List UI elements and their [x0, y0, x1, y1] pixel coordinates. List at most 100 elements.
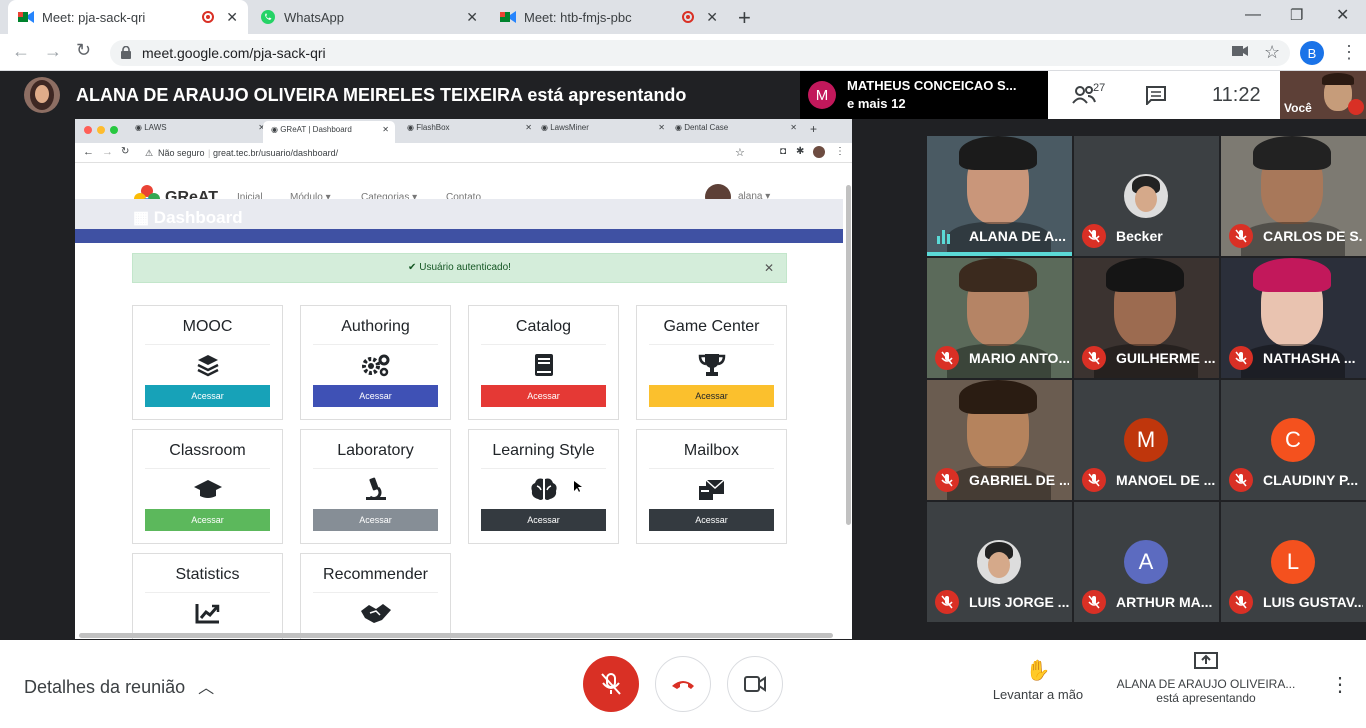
new-tab-button[interactable]: + — [738, 5, 751, 31]
presenter-avatar — [24, 77, 60, 113]
browser-tab-meet-2[interactable]: Meet: htb-fmjs-pbc ✕ — [490, 0, 728, 34]
inner-profile-avatar[interactable] — [813, 146, 825, 158]
browser-tab-meet-1[interactable]: Meet: pja-sack-qri ✕ — [8, 0, 248, 34]
muted-mic-icon — [1229, 468, 1253, 492]
close-tab-icon[interactable]: ✕ — [226, 9, 238, 26]
inner-menu-icon[interactable]: ⋮ — [835, 146, 845, 157]
self-view-tile[interactable]: Você — [1280, 71, 1366, 119]
module-title: Laboratory — [337, 442, 414, 459]
meeting-details-label: Detalhes da reunião — [24, 677, 186, 697]
presenter-banner: ALANA DE ARAUJO OLIVEIRA MEIRELES TEIXEI… — [76, 85, 687, 105]
participant-avatar-letter: A — [1124, 540, 1168, 584]
gears-icon — [301, 345, 450, 385]
back-icon[interactable]: ← — [12, 41, 30, 62]
microscope-icon — [301, 469, 450, 509]
raise-hand-button[interactable]: ✋ Levantar a mão — [985, 658, 1091, 702]
participant-tile[interactable]: M MANOEL DE ... — [1074, 380, 1219, 500]
participant-name: ALANA DE A... — [969, 228, 1066, 244]
module-card: Classroom Acessar — [132, 429, 283, 544]
address-bar[interactable]: meet.google.com/pja-sack-qri — [110, 40, 1290, 66]
inner-forward-icon[interactable]: → — [102, 146, 113, 158]
inner-tab[interactable]: ◉ LAWS ✕ — [135, 123, 265, 132]
module-access-button[interactable]: Acessar — [481, 385, 606, 407]
inner-vertical-scrollbar[interactable] — [846, 185, 851, 525]
bookmark-star-icon[interactable]: ☆ — [1264, 42, 1280, 63]
hand-icon: ✋ — [1025, 660, 1051, 682]
participant-name: LUIS GUSTAV... — [1263, 594, 1363, 610]
module-access-button[interactable]: Acessar — [649, 385, 774, 407]
module-access-button[interactable]: Acessar — [481, 509, 606, 531]
lock-icon — [121, 46, 131, 59]
speaking-indicator-icon — [937, 230, 950, 244]
close-window-button[interactable]: ✕ — [1336, 5, 1349, 25]
inner-extension-icon[interactable]: ✱ — [796, 146, 804, 157]
inner-tab[interactable]: ◉ Dental Case ✕ — [675, 123, 797, 132]
inner-new-tab-icon[interactable]: + — [810, 122, 817, 136]
raise-hand-label: Levantar a mão — [992, 687, 1084, 702]
browser-tab-bar: Meet: pja-sack-qri ✕ WhatsApp ✕ Meet: ht… — [0, 0, 1366, 34]
inner-horizontal-scrollbar[interactable] — [79, 633, 833, 638]
inner-tab-title: GReAT | Dashboard — [280, 125, 352, 134]
participant-tile[interactable]: C CLAUDINY P... — [1221, 380, 1366, 500]
muted-mic-icon — [1082, 468, 1106, 492]
microphone-toggle-button[interactable] — [583, 656, 639, 712]
muted-mic-icon — [1082, 590, 1106, 614]
participant-name: MARIO ANTO... — [969, 350, 1069, 366]
inner-reload-icon[interactable]: ↻ — [121, 146, 129, 157]
inner-tab[interactable]: ◉ FlashBox ✕ — [407, 123, 532, 132]
participant-avatar-letter: M — [1124, 418, 1168, 462]
participant-avatar-letter: C — [1271, 418, 1315, 462]
participant-tile[interactable]: A ARTHUR MA... — [1074, 502, 1219, 622]
presentation-button[interactable]: ALANA DE ARAUJO OLIVEIRA... está apresen… — [1106, 652, 1306, 705]
participant-tile[interactable]: ALANA DE A... — [927, 136, 1072, 256]
tab-title: Meet: htb-fmjs-pbc — [524, 9, 632, 25]
module-access-button[interactable]: Acessar — [313, 385, 438, 407]
whatsapp-icon — [261, 10, 275, 24]
meeting-details-button[interactable]: Detalhes da reunião ︿ — [24, 674, 214, 698]
alert-close-icon[interactable]: ✕ — [764, 254, 774, 282]
clock: 11:22 — [1212, 84, 1261, 106]
reload-icon[interactable]: ↻ — [76, 40, 91, 61]
inner-tab[interactable]: ◉ LawsMiner ✕ — [541, 123, 665, 132]
close-tab-icon[interactable]: ✕ — [706, 9, 718, 26]
minimize-button[interactable]: — — [1245, 6, 1261, 24]
participant-tile[interactable]: CARLOS DE S... — [1221, 136, 1366, 256]
module-title: Game Center — [663, 318, 760, 335]
camera-icon[interactable] — [1232, 45, 1248, 57]
module-access-button[interactable]: Acessar — [145, 385, 270, 407]
restore-button[interactable]: ❐ — [1290, 6, 1303, 24]
participant-tile[interactable]: MARIO ANTO... — [927, 258, 1072, 378]
module-title: Recommender — [323, 566, 428, 583]
participant-tile[interactable]: GABRIEL DE ... — [927, 380, 1072, 500]
participant-tile[interactable]: L LUIS GUSTAV... — [1221, 502, 1366, 622]
profile-avatar[interactable]: B — [1300, 41, 1324, 65]
participant-tile[interactable]: GUILHERME ... — [1074, 258, 1219, 378]
presenting-status: está apresentando — [1156, 691, 1256, 705]
browser-menu-icon[interactable]: ⋮ — [1340, 42, 1358, 63]
module-card: Authoring Acessar — [300, 305, 451, 420]
inner-tab-active[interactable]: ◉ GReAT | Dashboard ✕ — [263, 121, 395, 143]
more-options-icon[interactable]: ⋮ — [1330, 672, 1350, 697]
chat-notification[interactable]: M MATHEUS CONCEICAO S... e mais 12 — [800, 71, 1048, 119]
module-card: Catalog Acessar — [468, 305, 619, 420]
module-access-button[interactable]: Acessar — [145, 509, 270, 531]
muted-mic-icon — [1229, 346, 1253, 370]
close-tab-icon[interactable]: ✕ — [466, 9, 478, 26]
participant-tile[interactable]: Becker — [1074, 136, 1219, 256]
inner-back-icon[interactable]: ← — [83, 146, 94, 158]
participant-tile[interactable]: NATHASHA ... — [1221, 258, 1366, 378]
camera-toggle-button[interactable] — [727, 656, 783, 712]
chat-icon[interactable] — [1146, 86, 1166, 105]
module-access-button[interactable]: Acessar — [649, 509, 774, 531]
muted-mic-icon — [1229, 224, 1253, 248]
inner-tab-title: LAWS — [144, 123, 167, 132]
inner-star-icon[interactable]: ☆ — [735, 146, 745, 159]
leave-call-button[interactable] — [655, 656, 711, 712]
page-title-text: Dashboard — [153, 208, 243, 227]
meet-logo-icon — [18, 11, 34, 23]
forward-icon[interactable]: → — [44, 41, 62, 62]
participant-tile[interactable]: LUIS JORGE ... — [927, 502, 1072, 622]
module-access-button[interactable]: Acessar — [313, 509, 438, 531]
browser-tab-whatsapp[interactable]: WhatsApp ✕ — [250, 0, 488, 34]
inner-camera-icon[interactable]: ◘ — [780, 146, 786, 157]
